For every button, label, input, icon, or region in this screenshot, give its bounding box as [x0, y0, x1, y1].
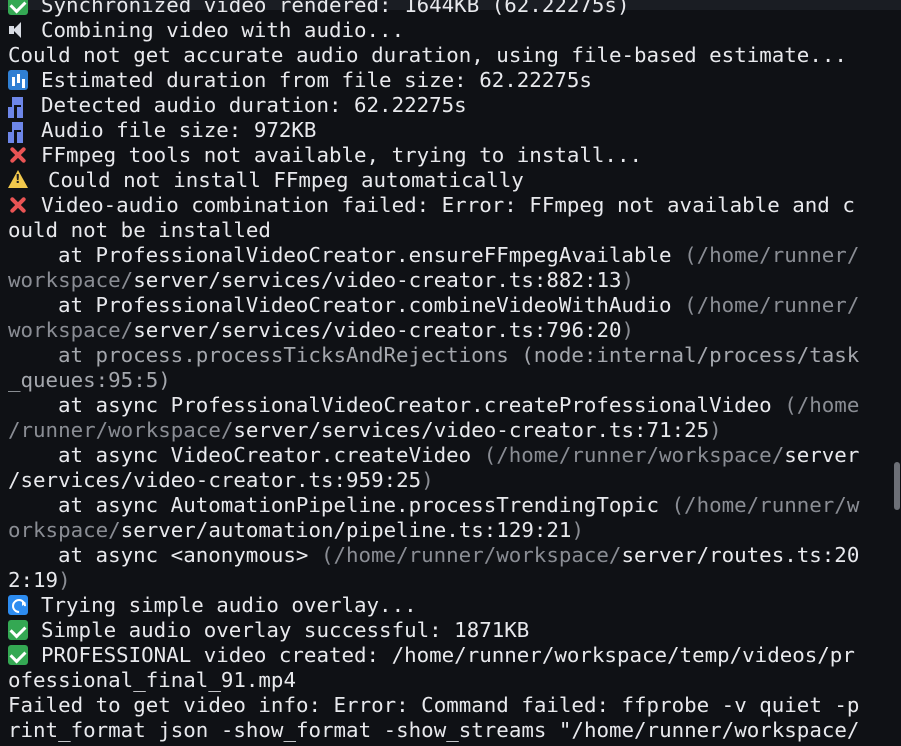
- terminal-line-text: Could not install FFmpeg automatically: [48, 168, 524, 192]
- terminal-line-text: at async AutomationPipeline.processTrend…: [58, 493, 659, 517]
- check-icon: [8, 620, 28, 640]
- terminal-line-text: Synchronized video rendered: 1644KB (62.…: [41, 0, 630, 17]
- terminal-line-text: Trying simple audio overlay...: [41, 593, 417, 617]
- terminal-line-text: server/services/video-creator.ts:71:25: [233, 418, 710, 442]
- path-suffix: ): [621, 318, 635, 342]
- terminal-line: Failed to get video info: Error: Command…: [8, 693, 868, 718]
- terminal-line: at async <anonymous> (/home/runner/works…: [8, 543, 868, 568]
- terminal-line: Simple audio overlay successful: 1871KB: [8, 618, 868, 643]
- terminal-line-text: at async <anonymous>: [58, 543, 309, 567]
- terminal-line: at ProfessionalVideoCreator.combineVideo…: [8, 293, 868, 318]
- terminal-line: _queues:95:5): [8, 368, 868, 393]
- stack-frame-text: _queues:95:5): [8, 368, 171, 392]
- terminal-line-text: Video-audio combination failed: Error: F…: [41, 193, 855, 217]
- terminal-line: Audio file size: 972KB: [8, 118, 868, 143]
- refresh-icon: [8, 595, 28, 615]
- terminal-line: rint_format json -show_format -show_stre…: [8, 718, 868, 743]
- terminal-line: Estimated duration from file size: 62.22…: [8, 68, 868, 93]
- terminal-line: 2:19): [8, 568, 868, 593]
- terminal-line: at async ProfessionalVideoCreator.create…: [8, 393, 868, 418]
- terminal-line: Video-audio combination failed: Error: F…: [8, 193, 868, 218]
- terminal-line-text: /services/video-creator.ts:959:25: [8, 468, 422, 492]
- path-prefix: orkspace/: [8, 518, 121, 542]
- terminal-line-text: server/services/video-creator.ts:882:13: [133, 268, 622, 292]
- chart-icon: [8, 70, 28, 90]
- terminal-line: /runner/workspace/server/services/video-…: [8, 418, 868, 443]
- path-prefix: workspace/: [8, 268, 134, 292]
- path-text: (/home/runner/: [684, 243, 860, 267]
- stack-frame-text: at process.processTicksAndRejections (no…: [58, 343, 860, 367]
- terminal-line-text: Could not get accurate audio duration, u…: [8, 43, 847, 67]
- terminal-line: Detected audio duration: 62.22275s: [8, 93, 868, 118]
- terminal-line-text: FFmpeg tools not available, trying to in…: [41, 143, 642, 167]
- terminal-line: Could not get accurate audio duration, u…: [8, 43, 868, 68]
- terminal-line: /services/video-creator.ts:959:25): [8, 468, 868, 493]
- terminal-line-text: at ProfessionalVideoCreator.ensureFFmpeg…: [58, 243, 672, 267]
- terminal-line: ofessional_final_91.mp4: [8, 668, 868, 693]
- music-note-icon: [8, 120, 28, 140]
- cross-icon: [8, 145, 28, 165]
- path-suffix: ): [709, 418, 722, 442]
- speaker-icon: [8, 20, 28, 40]
- terminal-line-text: 2:19: [8, 568, 59, 592]
- terminal-line-text: Estimated duration from file size: 62.22…: [41, 68, 592, 92]
- terminal-line: Combining video with audio...: [8, 18, 868, 43]
- terminal-line-text: ould not be installed: [8, 218, 271, 242]
- terminal-line-text: PROFESSIONAL video created: /home/runner…: [41, 643, 855, 667]
- music-note-icon: [8, 95, 28, 115]
- check-icon: [8, 0, 28, 15]
- terminal-line-text: at async VideoCreator.createVideo: [58, 443, 472, 467]
- path-text: (/home: [784, 393, 860, 417]
- check-icon: [8, 645, 28, 665]
- terminal-line: at ProfessionalVideoCreator.ensureFFmpeg…: [8, 243, 868, 268]
- terminal-line: orkspace/server/automation/pipeline.ts:1…: [8, 518, 868, 543]
- terminal-output: Synchronized video rendered: 1644KB (62.…: [8, 0, 868, 743]
- terminal-line: Could not install FFmpeg automatically: [8, 168, 868, 193]
- terminal-line-text: Failed to get video info: Error: Command…: [8, 693, 860, 717]
- path-prefix: workspace/: [8, 318, 134, 342]
- terminal-line: Synchronized video rendered: 1644KB (62.…: [8, 0, 868, 18]
- path-suffix: ): [421, 468, 434, 492]
- terminal-line-text: at async ProfessionalVideoCreator.create…: [58, 393, 772, 417]
- terminal-line: workspace/server/services/video-creator.…: [8, 318, 868, 343]
- cross-icon: [8, 195, 28, 215]
- terminal-line: Trying simple audio overlay...: [8, 593, 868, 618]
- terminal-line-text: Detected audio duration: 62.22275s: [41, 93, 467, 117]
- terminal-line: ould not be installed: [8, 218, 868, 243]
- path-text: (/home/runner/w: [671, 493, 860, 517]
- terminal-line: workspace/server/services/video-creator.…: [8, 268, 868, 293]
- terminal-line-text: Combining video with audio...: [41, 18, 405, 42]
- terminal-line: PROFESSIONAL video created: /home/runner…: [8, 643, 868, 668]
- path-file-text: server: [784, 443, 860, 467]
- terminal-line: at process.processTicksAndRejections (no…: [8, 343, 868, 368]
- terminal-line: at async VideoCreator.createVideo (/home…: [8, 443, 868, 468]
- terminal-line-text: server/services/video-creator.ts:796:20: [133, 318, 622, 342]
- terminal-line-text: server/automation/pipeline.ts:129:21: [120, 518, 572, 542]
- terminal-line-text: rint_format json -show_format -show_stre…: [8, 718, 860, 742]
- path-suffix: ): [58, 568, 71, 592]
- path-text: (/home/runner/workspace/: [483, 443, 785, 467]
- terminal-line-text: Simple audio overlay successful: 1871KB: [41, 618, 530, 642]
- path-text: (/home/runner/: [684, 293, 860, 317]
- warning-icon: [8, 170, 28, 188]
- path-suffix: ): [621, 268, 635, 292]
- path-file-text: server/routes.ts:20: [621, 543, 860, 567]
- terminal-line-text: Audio file size: 972KB: [41, 118, 317, 142]
- vertical-scrollbar[interactable]: [894, 462, 900, 510]
- terminal-line: FFmpeg tools not available, trying to in…: [8, 143, 868, 168]
- path-prefix: /runner/workspace/: [8, 418, 234, 442]
- terminal-line: at async AutomationPipeline.processTrend…: [8, 493, 868, 518]
- path-suffix: ): [571, 518, 584, 542]
- terminal-line-text: at ProfessionalVideoCreator.combineVideo…: [58, 293, 672, 317]
- terminal-line-text: ofessional_final_91.mp4: [8, 668, 296, 692]
- path-text: (/home/runner/workspace/: [320, 543, 622, 567]
